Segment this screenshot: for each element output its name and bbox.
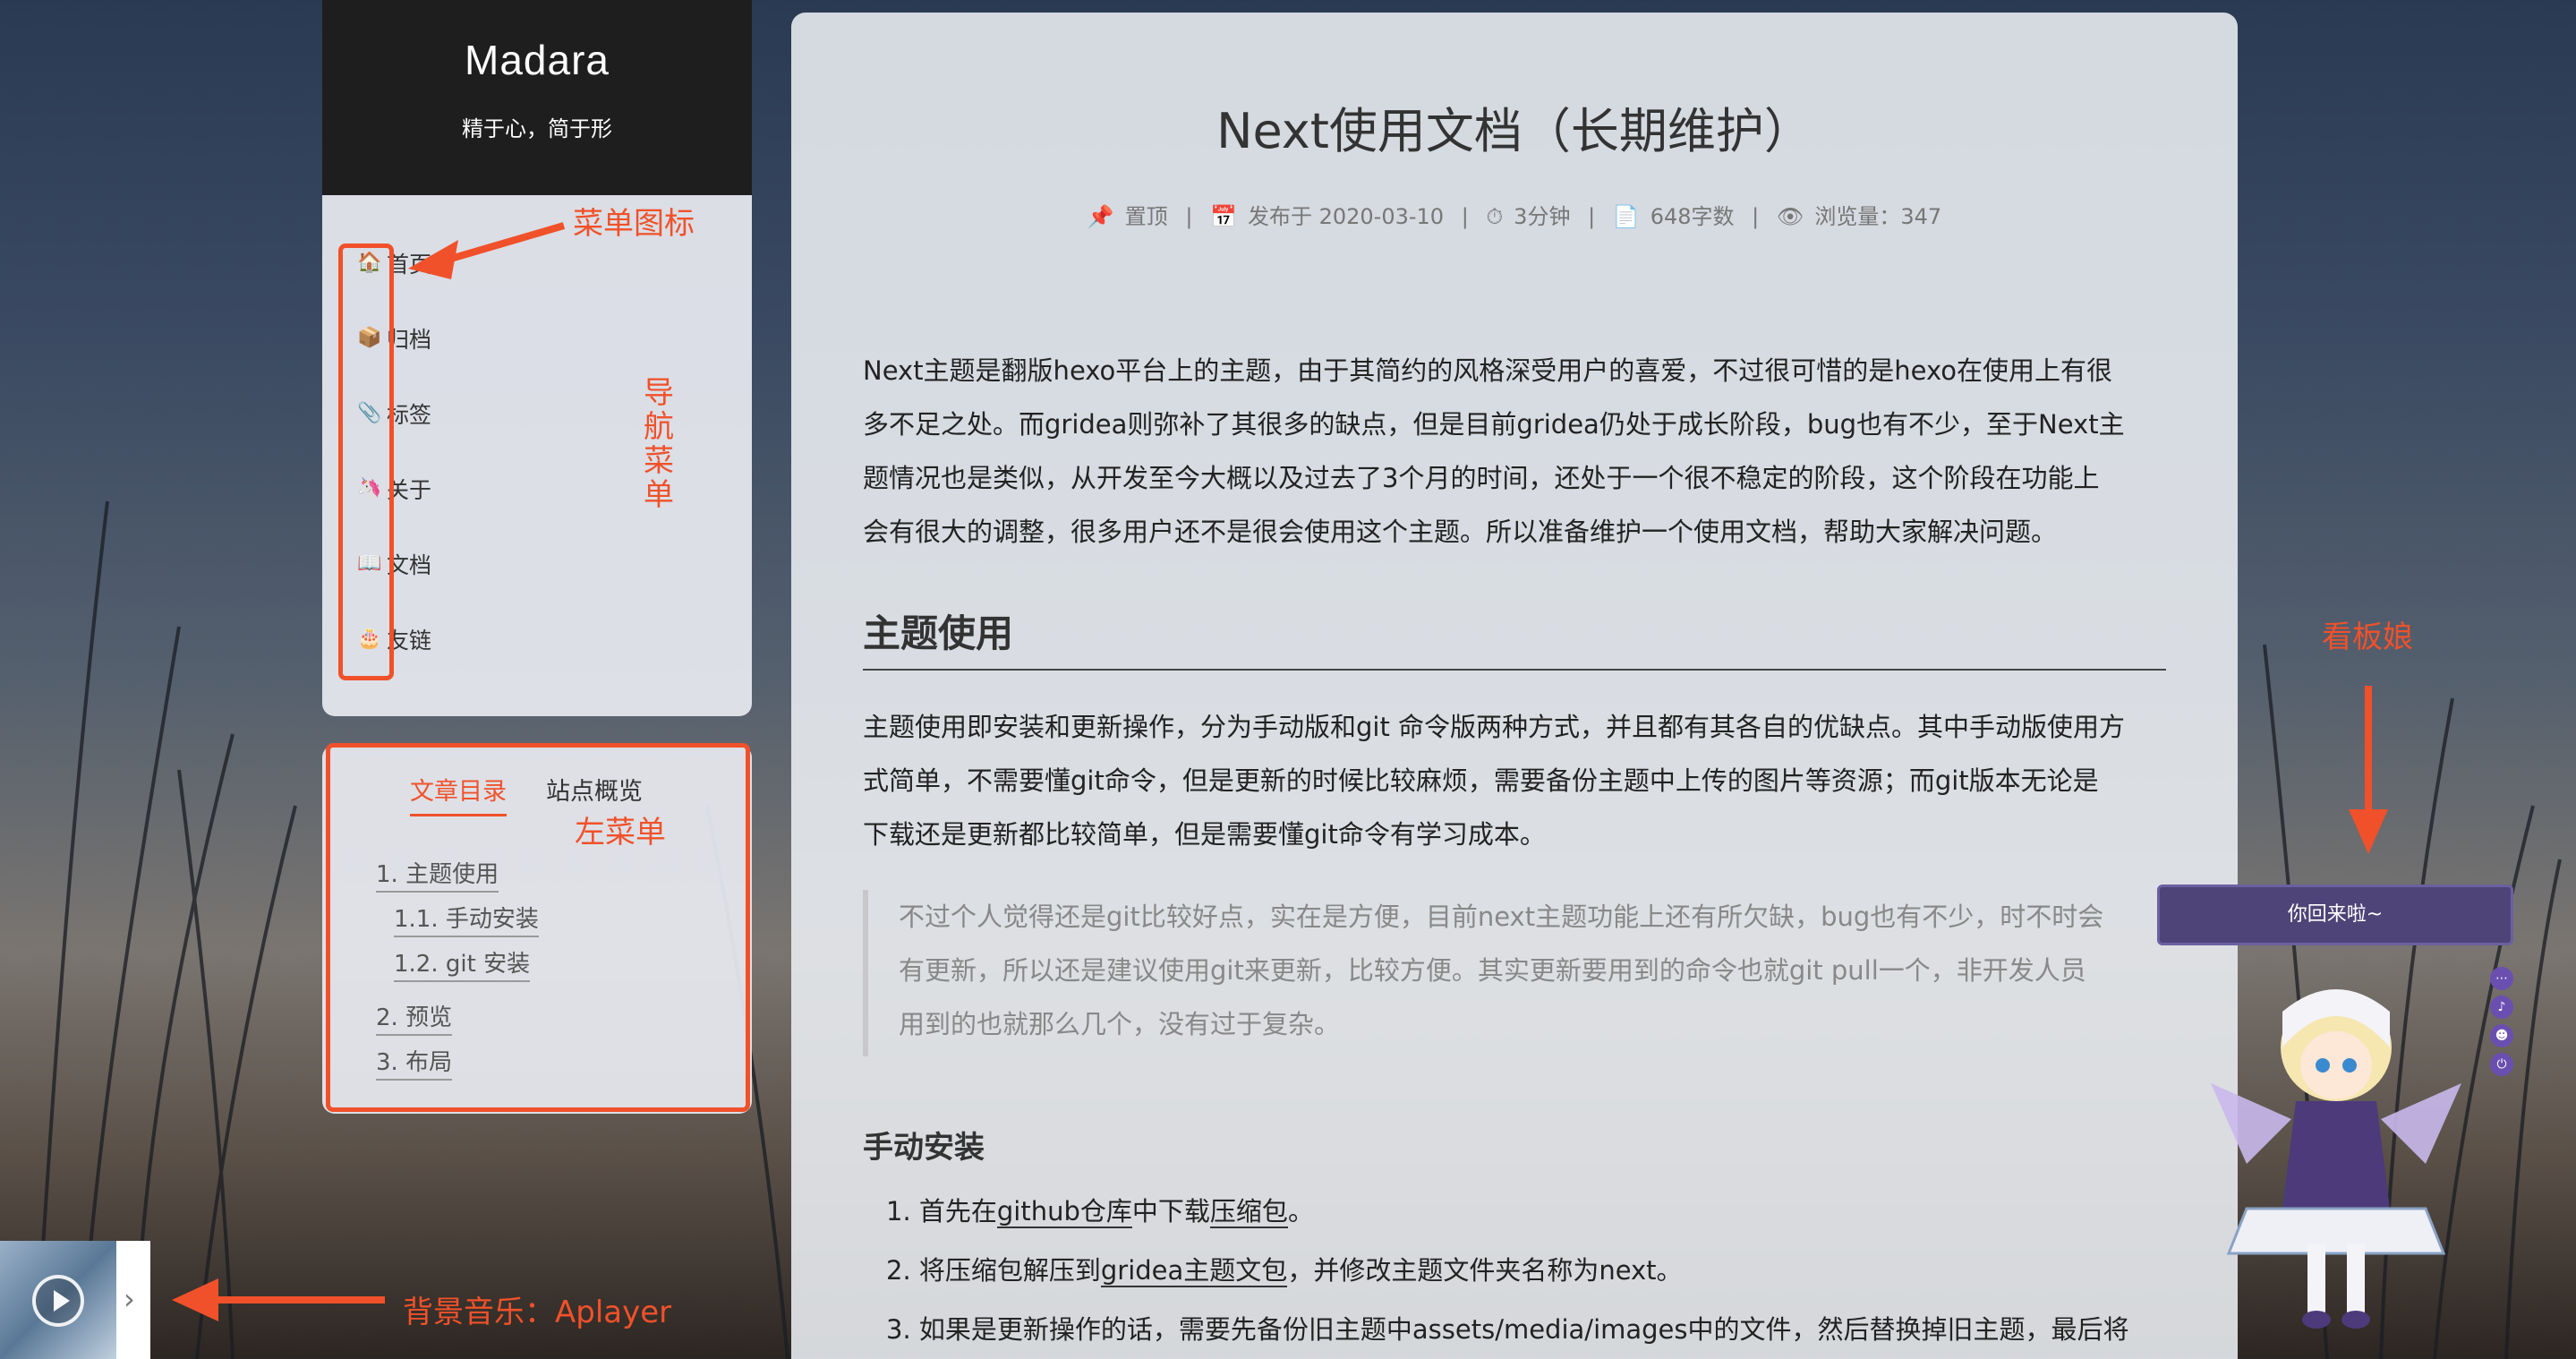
list-item: 2. 将压缩包解压到gridea主题文包，并修改主题文件夹名称为next。 (886, 1255, 1683, 1287)
section-paragraph: 主题使用即安装和更新操作，分为手动版和git 命令版两种方式，并且都有其各自的优… (863, 712, 2126, 850)
meta-separator: | (1752, 204, 1760, 229)
section-heading: 主题使用 (863, 603, 2166, 671)
meta-published: 发布于 2020-03-10 (1247, 204, 1445, 229)
meta-separator: | (1588, 204, 1596, 229)
more-icon[interactable]: ⋯ (2490, 967, 2513, 990)
site-header: Madara 精于心，简于形 (322, 0, 752, 195)
site-subtitle: 精于心，简于形 (462, 116, 612, 141)
post-title: Next使用文档（长期维护） (1216, 103, 1813, 159)
music-icon[interactable]: ♪ (2490, 996, 2513, 1019)
annotation-box-left-menu (326, 743, 750, 1112)
power-icon[interactable]: ⏻ (2490, 1053, 2513, 1076)
meta-separator: | (1461, 204, 1469, 229)
article: Next使用文档（长期维护） 📌 置顶 | 📅 发布于 2020-03-10 | ⏱… (791, 13, 2238, 1359)
face-icon[interactable]: ☻ (2490, 1024, 2513, 1047)
gridea-theme-link[interactable]: gridea主题文包 (1100, 1255, 1288, 1287)
annotation-nav-menu: 导航菜单 (644, 375, 674, 513)
list-item: 3. 如果是更新操作的话，需要先备份旧主题中assets/media/image… (886, 1314, 2129, 1345)
eye-icon: 👁 (1776, 204, 1804, 229)
list-item: 1. 首先在github仓库中下载压缩包。 (886, 1196, 1314, 1228)
meta-views: 浏览量：347 (1814, 204, 1942, 229)
meta-read-time: 3分钟 (1514, 204, 1571, 229)
annotation-kanban: 看板娘 (2322, 620, 2413, 655)
play-icon[interactable] (32, 1275, 84, 1327)
pin-icon: 📌 (1087, 204, 1114, 229)
meta-pinned: 置顶 (1124, 204, 1168, 229)
blockquote: 不过个人觉得还是git比较好点，实在是方便，目前next主题功能上还有所欠缺，b… (863, 890, 2166, 1056)
github-repo-link[interactable]: github仓库 (996, 1196, 1132, 1228)
chevron-right-icon[interactable]: › (124, 1282, 135, 1316)
clock-icon: ⏱ (1486, 204, 1504, 229)
subheading: 手动安装 (863, 1130, 985, 1166)
annotation-menu-icon: 菜单图标 (573, 206, 695, 242)
zip-download-link[interactable]: 压缩包 (1209, 1196, 1288, 1228)
widget-message: 你回来啦~ (2157, 885, 2513, 945)
widget-toolbar: ⋯ ♪ ☻ ⏻ (2490, 967, 2517, 1081)
annotation-bgm: 背景音乐：Aplayer (403, 1295, 672, 1330)
meta-separator: | (1185, 204, 1193, 229)
aplayer: › (0, 1241, 150, 1359)
kanban-character[interactable] (2211, 976, 2461, 1334)
annotation-box-nav-icons (338, 244, 394, 680)
annotation-left-menu: 左菜单 (575, 815, 666, 850)
intro-paragraph: Next主题是翻版hexo平台上的主题，由于其简约的风格深受用户的喜爱，不过很可… (863, 355, 2125, 547)
calendar-icon: 📅 (1210, 204, 1237, 229)
post-meta: 📌 置顶 | 📅 发布于 2020-03-10 | ⏱ 3分钟 | 📄 648字数 | … (791, 199, 2238, 230)
file-icon: 📄 (1612, 204, 1640, 229)
meta-word-count: 648字数 (1650, 204, 1735, 229)
site-title[interactable]: Madara (322, 0, 752, 84)
